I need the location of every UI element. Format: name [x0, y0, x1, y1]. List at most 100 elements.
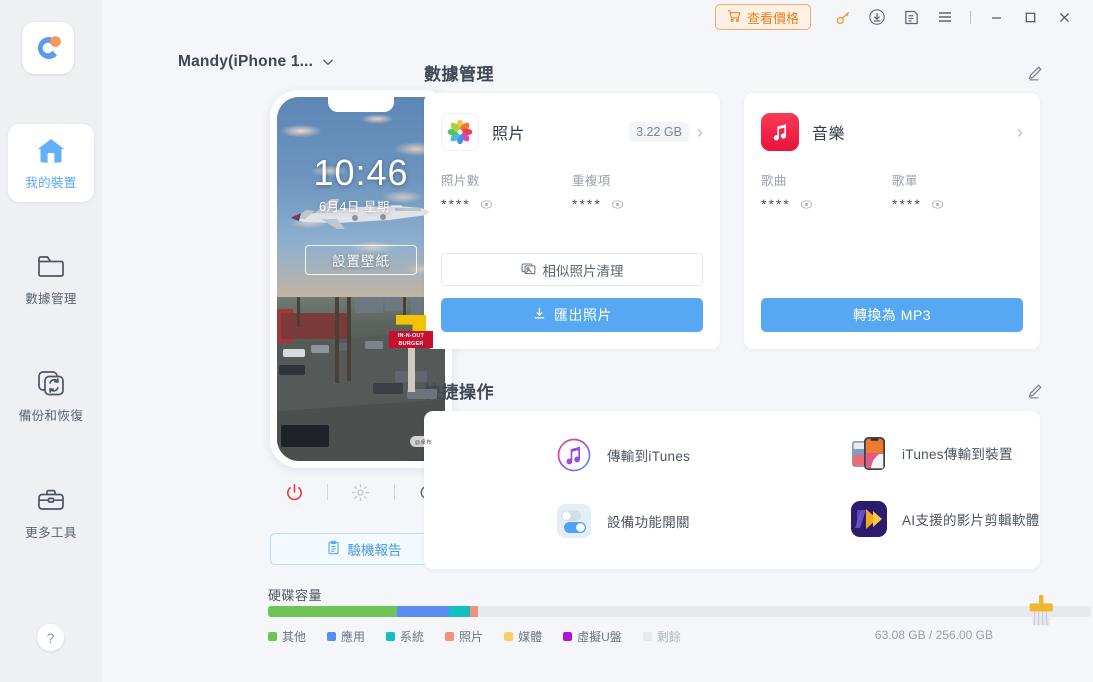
- eye-icon[interactable]: [480, 198, 493, 211]
- cart-icon: [727, 9, 741, 26]
- sidebar: 我的裝置 數據管理 備份和恢復 更多工具 ?: [0, 0, 102, 682]
- legend-label: 剩餘: [656, 630, 681, 644]
- main-content: 查看價格 Mandy(iPhone 1... IN-N-OUT BURGER 1…: [102, 0, 1093, 682]
- card-photos-size: 3.22 GB: [629, 122, 689, 142]
- download-icon: [532, 306, 547, 324]
- legend-item-virtual-usb: 虛擬U盤: [563, 628, 622, 645]
- broom-icon[interactable]: [1022, 592, 1060, 635]
- eye-icon[interactable]: [611, 198, 624, 211]
- legend-item-photos: 照片: [445, 628, 483, 645]
- sign-pole: [407, 348, 415, 392]
- eye-icon[interactable]: [931, 198, 944, 211]
- phone-notch: [328, 97, 394, 112]
- stat-label: 重複項: [572, 174, 611, 188]
- card-music[interactable]: 音樂 › 歌曲 **** 歌單 **** 轉換為 MP3: [744, 93, 1040, 349]
- stat-value: ****: [892, 196, 922, 212]
- data-management-title: 數據管理: [424, 65, 494, 84]
- control-divider: [393, 484, 395, 500]
- quick-action-device-feature-toggle[interactable]: 設備功能開關: [554, 501, 690, 541]
- video-editor-icon: [849, 499, 889, 539]
- lockscreen-clock: 10:46 6月4日 星期一: [277, 153, 445, 215]
- card-photos-title: 照片: [492, 126, 526, 143]
- storage-title: 硬碟容量: [268, 588, 323, 603]
- sidebar-item-label: 我的裝置: [25, 176, 77, 190]
- download-icon[interactable]: [860, 2, 894, 32]
- stat-value: ****: [761, 196, 791, 212]
- buy-price-label: 查看價格: [746, 10, 799, 26]
- convert-to-mp3-label: 轉換為 MP3: [852, 307, 932, 323]
- help-label: ?: [46, 629, 55, 646]
- sign-line-1: IN-N-OUT: [397, 333, 425, 339]
- toolbox-icon: [36, 485, 66, 515]
- menu-icon[interactable]: [928, 2, 962, 32]
- sidebar-item-backup-restore[interactable]: 備份和恢復: [8, 357, 94, 435]
- minimize-button[interactable]: [979, 2, 1013, 32]
- eye-icon[interactable]: [800, 198, 813, 211]
- folder-icon: [36, 251, 66, 281]
- export-photos-button[interactable]: 匯出照片: [441, 298, 703, 332]
- help-button[interactable]: ?: [37, 624, 64, 651]
- legend-dot: [327, 632, 337, 641]
- legend-item-system: 系統: [386, 628, 424, 645]
- quick-action-ai-video-editor[interactable]: AI支援的影片剪輯軟體: [849, 499, 1040, 539]
- pencil-icon[interactable]: [1026, 382, 1044, 400]
- stat-playlists: 歌單 ****: [892, 170, 1023, 212]
- storage-bar: [268, 606, 1091, 617]
- sidebar-item-more-tools[interactable]: 更多工具: [8, 474, 94, 552]
- card-music-stats: 歌曲 **** 歌單 ****: [744, 151, 1040, 212]
- legend-dot: [386, 632, 396, 641]
- clock-time: 10:46: [313, 152, 409, 193]
- storage-segment-apps: [397, 606, 450, 617]
- card-music-title: 音樂: [812, 126, 846, 143]
- legend-label: 媒體: [518, 630, 543, 644]
- storage-segment-other: [268, 606, 398, 617]
- similar-photo-cleanup-label: 相似照片清理: [542, 263, 624, 279]
- set-wallpaper-button[interactable]: 設置壁紙: [305, 245, 417, 275]
- maximize-button[interactable]: [1013, 2, 1047, 32]
- convert-to-mp3-button[interactable]: 轉換為 MP3: [761, 298, 1023, 332]
- app-window: 我的裝置 數據管理 備份和恢復 更多工具 ? 查看價格 Mandy(iPhone…: [0, 0, 1093, 682]
- card-photos-chevron[interactable]: ›: [697, 123, 703, 141]
- storage-segment-system: [449, 606, 471, 617]
- legend-label: 應用: [341, 630, 366, 644]
- stat-songs: 歌曲 ****: [761, 170, 892, 212]
- feedback-icon[interactable]: [894, 2, 928, 32]
- pencil-icon[interactable]: [1026, 64, 1044, 82]
- sync-icon: [36, 368, 66, 398]
- power-icon[interactable]: [278, 477, 312, 507]
- card-photos-header: 照片 3.22 GB ›: [424, 93, 720, 151]
- control-divider: [327, 484, 329, 500]
- card-music-chevron[interactable]: ›: [1017, 123, 1023, 141]
- sidebar-item-label: 備份和恢復: [18, 409, 84, 423]
- toolbar-divider: [970, 10, 971, 24]
- legend-item-media: 媒體: [504, 628, 542, 645]
- card-music-size: [995, 129, 1009, 135]
- legend-dot: [642, 632, 652, 641]
- home-icon: [36, 135, 66, 165]
- quick-action-label: AI支援的影片剪輯軟體: [902, 513, 1040, 528]
- photo-stack-icon: [521, 261, 536, 279]
- quick-action-label: 設備功能開關: [607, 515, 690, 530]
- device-report-label: 驗機報告: [347, 543, 402, 558]
- set-wallpaper-label: 設置壁紙: [332, 254, 390, 269]
- stat-label: 歌曲: [761, 174, 787, 188]
- quick-action-transfer-to-itunes[interactable]: 傳輸到iTunes: [554, 435, 690, 475]
- brightness-icon[interactable]: [344, 477, 378, 507]
- stat-value: ****: [441, 196, 471, 212]
- quick-action-itunes-to-device[interactable]: iTunes傳輸到裝置: [849, 433, 1013, 473]
- legend-item-other: 其他: [268, 628, 306, 645]
- itunes-ring-icon: [554, 435, 594, 475]
- sidebar-item-data-manage[interactable]: 數據管理: [8, 240, 94, 318]
- similar-photo-cleanup-button[interactable]: 相似照片清理: [441, 253, 703, 286]
- buy-price-button[interactable]: 查看價格: [714, 4, 811, 30]
- card-photos[interactable]: 照片 3.22 GB › 照片數 **** 重複項 **** 相似照片清理 匯出…: [424, 93, 720, 349]
- sidebar-item-my-device[interactable]: 我的裝置: [8, 124, 94, 202]
- key-icon[interactable]: [826, 2, 860, 32]
- wallpaper-watermark: @桌布: [409, 436, 437, 447]
- sidebar-item-label: 數據管理: [25, 292, 77, 306]
- legend-dot: [504, 632, 514, 641]
- device-selector[interactable]: Mandy(iPhone 1...: [178, 53, 334, 71]
- storage-segment-free: [477, 606, 1091, 617]
- stat-duplicates: 重複項 ****: [572, 170, 703, 212]
- close-button[interactable]: [1047, 2, 1081, 32]
